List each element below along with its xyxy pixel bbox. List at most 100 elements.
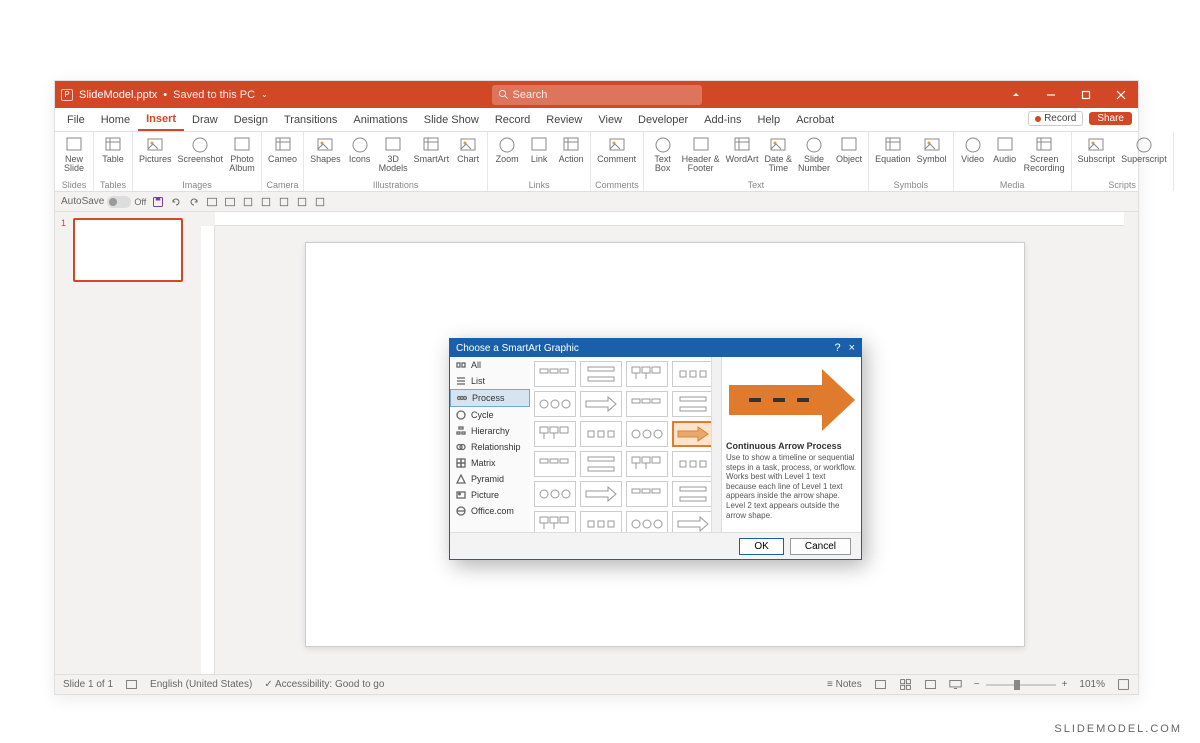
gallery-item[interactable] (580, 511, 622, 532)
ribbon-video[interactable]: Video (958, 134, 988, 180)
ribbon-smartart[interactable]: SmartArt (412, 134, 452, 180)
gallery-item[interactable] (626, 481, 668, 507)
ribbon-date-time[interactable]: Date &Time (763, 134, 795, 180)
close-button[interactable] (1103, 81, 1138, 108)
gallery-item[interactable] (534, 391, 576, 417)
sorter-view-icon[interactable] (899, 678, 912, 691)
dialog-close-button[interactable]: × (849, 342, 855, 354)
fit-window-icon[interactable] (1117, 678, 1130, 691)
tab-view[interactable]: View (590, 108, 630, 131)
gallery-item[interactable] (672, 391, 714, 417)
category-matrix[interactable]: Matrix (450, 455, 530, 471)
record-button[interactable]: Record (1028, 111, 1083, 126)
ribbon-slide-number[interactable]: SlideNumber (796, 134, 832, 180)
share-button[interactable]: Share (1089, 112, 1132, 125)
ribbon-comment[interactable]: Comment (595, 134, 638, 180)
ribbon-zoom[interactable]: Zoom (492, 134, 522, 180)
tab-slideshow[interactable]: Slide Show (416, 108, 487, 131)
qat-icon[interactable] (314, 196, 326, 208)
ribbon-link[interactable]: Link (524, 134, 554, 180)
category-pyramid[interactable]: Pyramid (450, 471, 530, 487)
normal-view-icon[interactable] (874, 678, 887, 691)
category-picture[interactable]: Picture (450, 487, 530, 503)
qat-icon[interactable] (296, 196, 308, 208)
ribbon-text-box[interactable]: TextBox (648, 134, 678, 180)
tab-file[interactable]: File (59, 108, 93, 131)
ribbon-screen-recording[interactable]: ScreenRecording (1022, 134, 1067, 180)
tab-acrobat[interactable]: Acrobat (788, 108, 842, 131)
ribbon-screenshot[interactable]: Screenshot (176, 134, 226, 180)
gallery-item[interactable] (534, 481, 576, 507)
save-status[interactable]: Saved to this PC (173, 89, 255, 101)
gallery-scrollbar[interactable] (711, 357, 721, 532)
gallery-item[interactable] (580, 391, 622, 417)
dialog-titlebar[interactable]: Choose a SmartArt Graphic ? × (450, 339, 861, 357)
gallery-item[interactable] (580, 421, 622, 447)
category-cycle[interactable]: Cycle (450, 407, 530, 423)
gallery-item[interactable] (672, 481, 714, 507)
ribbon-symbol[interactable]: Symbol (915, 134, 949, 180)
ok-button[interactable]: OK (739, 538, 783, 555)
notes-button[interactable]: ≡ Notes (827, 679, 862, 690)
redo-icon[interactable] (188, 196, 200, 208)
minimize-button[interactable] (1033, 81, 1068, 108)
gallery-item[interactable] (626, 451, 668, 477)
ribbon-cameo[interactable]: Cameo (266, 134, 299, 180)
ribbon--d-models[interactable]: 3DModels (377, 134, 410, 180)
qat-icon[interactable] (260, 196, 272, 208)
ribbon-equation[interactable]: Equation (873, 134, 913, 180)
qat-icon[interactable] (242, 196, 254, 208)
category-officecom[interactable]: Office.com (450, 503, 530, 519)
search-box[interactable]: Search (492, 85, 702, 105)
slideshow-view-icon[interactable] (949, 678, 962, 691)
category-list[interactable]: List (450, 373, 530, 389)
gallery-item[interactable] (672, 421, 714, 447)
ribbon-photo-album[interactable]: PhotoAlbum (227, 134, 257, 180)
qat-icon[interactable] (224, 196, 236, 208)
ribbon-object[interactable]: Object (834, 134, 864, 180)
ribbon-subscript[interactable]: Subscript (1076, 134, 1118, 180)
gallery-item[interactable] (626, 361, 668, 387)
tab-home[interactable]: Home (93, 108, 138, 131)
tab-addins[interactable]: Add-ins (696, 108, 749, 131)
ribbon-shapes[interactable]: Shapes (308, 134, 343, 180)
gallery-item[interactable] (672, 451, 714, 477)
qat-icon[interactable] (278, 196, 290, 208)
ribbon-icons[interactable]: Icons (345, 134, 375, 180)
zoom-value[interactable]: 101% (1079, 679, 1105, 690)
maximize-button[interactable] (1068, 81, 1103, 108)
ribbon-display-button[interactable] (998, 81, 1033, 108)
spellcheck-icon[interactable] (125, 678, 138, 691)
tab-transitions[interactable]: Transitions (276, 108, 345, 131)
category-relationship[interactable]: Relationship (450, 439, 530, 455)
status-slide[interactable]: Slide 1 of 1 (63, 679, 113, 690)
tab-draw[interactable]: Draw (184, 108, 226, 131)
tab-help[interactable]: Help (749, 108, 788, 131)
gallery-item[interactable] (580, 481, 622, 507)
gallery-item[interactable] (534, 451, 576, 477)
ribbon-superscript[interactable]: Superscript (1119, 134, 1169, 180)
zoom-slider[interactable]: −+ (974, 679, 1068, 690)
gallery-item[interactable] (580, 361, 622, 387)
gallery-item[interactable] (534, 361, 576, 387)
gallery-item[interactable] (534, 421, 576, 447)
tab-record[interactable]: Record (487, 108, 538, 131)
tab-review[interactable]: Review (538, 108, 590, 131)
category-all[interactable]: All (450, 357, 530, 373)
save-icon[interactable] (152, 196, 164, 208)
gallery-item[interactable] (626, 391, 668, 417)
tab-animations[interactable]: Animations (345, 108, 415, 131)
ribbon-table[interactable]: Table (98, 134, 128, 180)
ribbon-action[interactable]: Action (556, 134, 586, 180)
ribbon-wordart[interactable]: WordArt (724, 134, 761, 180)
reading-view-icon[interactable] (924, 678, 937, 691)
ribbon-new-slide[interactable]: NewSlide (59, 134, 89, 180)
gallery-item[interactable] (580, 451, 622, 477)
ribbon-chart[interactable]: Chart (453, 134, 483, 180)
qat-icon[interactable] (206, 196, 218, 208)
tab-developer[interactable]: Developer (630, 108, 696, 131)
tab-insert[interactable]: Insert (138, 108, 184, 131)
gallery-item[interactable] (672, 511, 714, 532)
autosave-toggle[interactable]: AutoSave Off (61, 196, 146, 208)
cancel-button[interactable]: Cancel (790, 538, 851, 555)
